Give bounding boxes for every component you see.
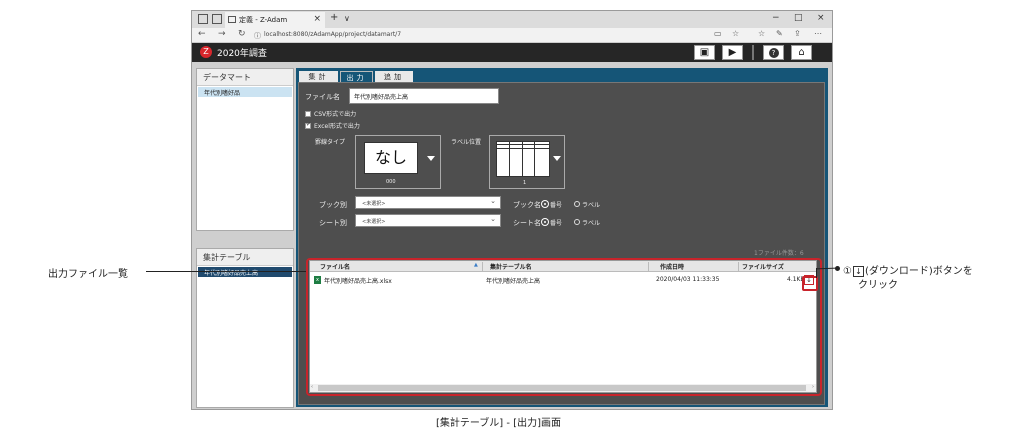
border-preview: なし <box>364 142 418 174</box>
book-chevron-down-icon: ⌄ <box>490 197 496 205</box>
browser-tab[interactable]: 定義 - Z-Adam × <box>225 12 325 28</box>
sheet-select[interactable]: <未選択> ⌄ <box>355 214 501 227</box>
border-dropdown-icon[interactable] <box>427 156 435 161</box>
favorite-star-icon[interactable]: ☆ <box>732 29 739 38</box>
callout-number: ① <box>843 266 852 277</box>
datamart-item[interactable]: 年代別嗜好品 <box>198 87 292 97</box>
help-icon: ? <box>768 48 779 58</box>
csv-checkbox[interactable] <box>305 111 311 117</box>
back-tabs-icon[interactable] <box>212 14 222 24</box>
book-name-label-radio[interactable] <box>574 201 580 207</box>
border-type-code: 000 <box>386 179 396 185</box>
csv-label: CSV形式で出力 <box>314 111 357 118</box>
back-arrow-icon[interactable]: ← <box>198 29 206 39</box>
datamart-panel: データマート 年代別嗜好品 <box>196 68 294 231</box>
book-select-value: <未選択> <box>362 201 386 207</box>
sheet-name-label-option: ラベル <box>582 220 601 227</box>
tab-close-icon[interactable]: × <box>313 14 321 24</box>
page-icon <box>228 16 236 23</box>
pen-icon[interactable]: ✎ <box>776 29 783 38</box>
callout-dot <box>835 266 840 271</box>
maximize-button[interactable]: □ <box>794 13 803 23</box>
help-button[interactable]: ? <box>763 45 784 60</box>
sheet-name-label: シート名 <box>513 219 541 227</box>
header-divider <box>752 45 754 60</box>
app-title: 2020年調査 <box>217 49 267 59</box>
border-type-picker[interactable]: なし 000 <box>355 135 441 189</box>
home-button[interactable]: ⌂ <box>791 45 812 60</box>
book-name-number-radio[interactable] <box>542 201 548 207</box>
browser-tab-bar: 定義 - Z-Adam × + ∨ − □ × <box>192 11 832 28</box>
reading-view-icon[interactable]: ▭ <box>714 29 722 38</box>
table-panel: 集計テーブル 年代別嗜好品売上高 <box>196 248 294 408</box>
sheet-chevron-down-icon: ⌄ <box>490 215 496 223</box>
figure-caption: [集計テーブル] - [出力]画面 <box>436 418 561 429</box>
left-callout-line <box>146 271 306 272</box>
book-name-label-option: ラベル <box>582 202 601 209</box>
forward-arrow-icon[interactable]: → <box>218 29 226 39</box>
table-item[interactable]: 年代別嗜好品売上高 <box>198 267 292 277</box>
file-count: 1ファイル件数：6 <box>754 250 804 257</box>
label-position-picker[interactable]: 1 <box>489 135 565 189</box>
excel-label: Excel形式で出力 <box>314 123 360 130</box>
sheet-name-number-label: 番号 <box>550 220 563 227</box>
label-position-code: 1 <box>523 180 527 186</box>
close-window-button[interactable]: × <box>817 13 825 23</box>
callout-download-icon: ↓ <box>852 265 864 277</box>
new-tab-button[interactable]: + <box>330 12 338 23</box>
excel-checkbox[interactable] <box>305 121 311 129</box>
save-button[interactable]: ▣ <box>694 45 715 60</box>
filename-input[interactable]: 年代別嗜好品売上高 <box>349 88 499 104</box>
right-callout-line2: クリック <box>858 280 898 291</box>
address-bar: ← → ↻ ⓘ localhost:8080/zAdamApp/project/… <box>192 28 832 43</box>
more-icon[interactable]: ⋯ <box>814 29 822 38</box>
minimize-button[interactable]: − <box>772 13 780 23</box>
info-icon[interactable]: ⓘ <box>254 31 261 41</box>
tab-manager-icon[interactable] <box>198 14 208 24</box>
home-icon: ⌂ <box>798 47 805 58</box>
sheet-select-value: <未選択> <box>362 219 386 225</box>
run-button[interactable]: ▶ <box>722 45 743 60</box>
file-list-highlight <box>306 258 822 396</box>
border-type-value: なし <box>374 148 407 167</box>
sheet-name-number-radio[interactable] <box>542 219 548 225</box>
book-name-number-label: 番号 <box>550 202 563 209</box>
sheet-name-label-radio[interactable] <box>574 219 580 225</box>
label-position-dropdown-icon[interactable] <box>553 156 561 161</box>
label-position-preview <box>496 141 550 177</box>
right-callout-line-v <box>816 268 817 278</box>
share-icon[interactable]: ⇪ <box>794 29 801 38</box>
url-field[interactable]: localhost:8080/zAdamApp/project/datamart… <box>264 31 401 38</box>
book-label: ブック別 <box>319 201 347 209</box>
app-logo-icon: Z <box>200 46 212 58</box>
filename-label: ファイル名 <box>305 93 340 101</box>
right-callout: ① ↓ (ダウンロード)ボタンを <box>843 262 973 277</box>
app-header: Z 2020年調査 ▣ ▶ ? ⌂ <box>192 43 832 62</box>
table-panel-title: 集計テーブル <box>197 249 293 266</box>
left-callout: 出力ファイル一覧 <box>48 269 128 280</box>
book-select[interactable]: <未選択> ⌄ <box>355 196 501 209</box>
play-icon: ▶ <box>728 47 737 58</box>
border-type-label: 罫線タイプ <box>315 139 346 146</box>
label-position-label: ラベル位置 <box>451 139 482 146</box>
book-name-label: ブック名 <box>513 201 541 209</box>
sheet-label: シート別 <box>319 219 347 227</box>
tab-title: 定義 - Z-Adam <box>239 16 288 24</box>
datamart-panel-title: データマート <box>197 69 293 86</box>
save-icon: ▣ <box>699 47 710 58</box>
download-highlight <box>802 276 818 291</box>
tab-menu-button[interactable]: ∨ <box>344 14 350 23</box>
favorites-icon[interactable]: ☆ <box>758 29 765 38</box>
refresh-icon[interactable]: ↻ <box>238 29 246 39</box>
